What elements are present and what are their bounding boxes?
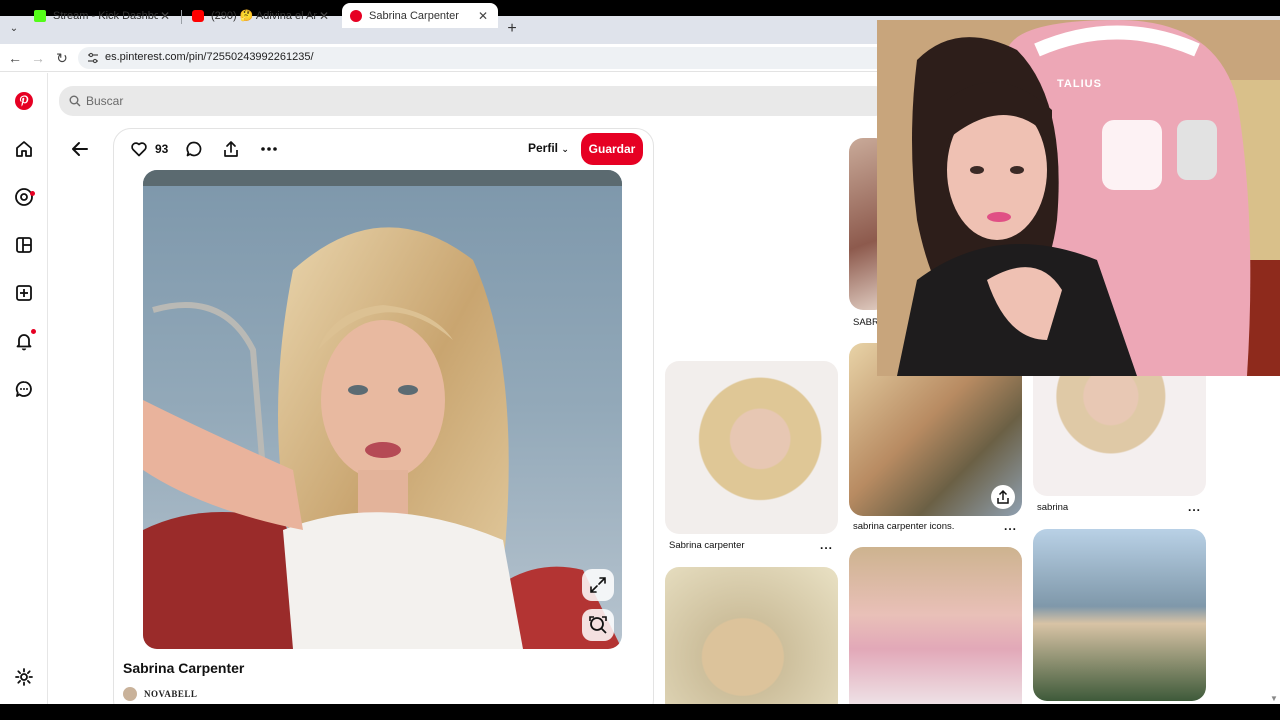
- related-pin[interactable]: [849, 547, 1022, 717]
- close-icon[interactable]: ✕: [317, 9, 331, 23]
- visual-search-icon: [589, 616, 607, 634]
- webcam-overlay: TALIUS: [877, 20, 1280, 376]
- pinterest-sidebar: [0, 73, 48, 704]
- settings-gear-icon[interactable]: [14, 667, 34, 687]
- close-icon[interactable]: ✕: [476, 9, 490, 23]
- avatar[interactable]: [123, 687, 137, 701]
- address-bar[interactable]: es.pinterest.com/pin/72550243992261235/: [78, 47, 898, 69]
- search-input[interactable]: Buscar: [59, 86, 889, 116]
- youtube-icon: [192, 9, 204, 22]
- site-info-icon[interactable]: [87, 52, 99, 64]
- pin-caption[interactable]: SABR: [853, 317, 879, 328]
- scroll-down-icon[interactable]: ▼: [1270, 694, 1278, 703]
- home-icon[interactable]: [14, 139, 34, 159]
- profile-dropdown-label: Perfil: [528, 141, 559, 155]
- notifications-bell-icon[interactable]: [14, 331, 34, 351]
- pin-title: Sabrina Carpenter: [123, 660, 245, 676]
- webcam-video: [877, 20, 1280, 376]
- expand-button[interactable]: [582, 569, 614, 601]
- explore-compass-icon[interactable]: [14, 187, 34, 207]
- profile-dropdown[interactable]: Perfil ⌄: [528, 141, 569, 155]
- related-pin[interactable]: [665, 567, 838, 717]
- creator-name[interactable]: NOVABELL: [144, 689, 197, 699]
- back-icon[interactable]: ←: [6, 49, 24, 67]
- pinterest-logo-icon[interactable]: [14, 91, 34, 111]
- reload-icon[interactable]: ↻: [53, 49, 71, 67]
- tab-youtube[interactable]: (290) 🤔 Adivina el Anime por ✕: [184, 3, 339, 28]
- related-pin[interactable]: [665, 361, 838, 534]
- close-icon[interactable]: ✕: [158, 9, 172, 23]
- save-button[interactable]: Guardar: [581, 133, 643, 165]
- expand-icon: [590, 577, 606, 593]
- url-text: es.pinterest.com/pin/72550243992261235/: [105, 51, 314, 63]
- forward-icon[interactable]: →: [29, 49, 47, 67]
- more-options-icon[interactable]: ...: [1004, 519, 1017, 533]
- tab-kick-dashboard[interactable]: Stream - Kick Dashboard ✕: [26, 3, 180, 28]
- pin-photo: [143, 170, 622, 649]
- search-icon: [69, 95, 81, 107]
- tab-title: Sabrina Carpenter: [369, 9, 459, 22]
- heart-icon[interactable]: [130, 140, 148, 158]
- more-options-icon[interactable]: ...: [1188, 500, 1201, 514]
- pin-caption[interactable]: Sabrina carpenter: [669, 540, 745, 551]
- share-icon[interactable]: [222, 140, 240, 158]
- chair-brand-text: TALIUS: [1057, 78, 1102, 90]
- more-options-icon[interactable]: [259, 140, 279, 158]
- new-tab-button[interactable]: +: [503, 20, 521, 38]
- share-icon[interactable]: [991, 485, 1015, 509]
- pin-caption[interactable]: sabrina carpenter icons.: [853, 521, 954, 532]
- pin-image[interactable]: [143, 170, 622, 649]
- back-arrow-icon[interactable]: [70, 139, 90, 159]
- chevron-down-icon: ⌄: [561, 144, 569, 154]
- like-count: 93: [155, 142, 169, 156]
- tab-title: (290) 🤔 Adivina el Anime por: [211, 10, 317, 22]
- create-icon[interactable]: [14, 283, 34, 303]
- messages-icon[interactable]: [14, 379, 34, 399]
- kick-icon: [34, 9, 46, 22]
- more-options-icon[interactable]: ...: [820, 538, 833, 552]
- boards-icon[interactable]: [14, 235, 34, 255]
- search-placeholder: Buscar: [86, 94, 124, 108]
- tab-pinterest[interactable]: Sabrina Carpenter ✕: [342, 3, 498, 28]
- comment-icon[interactable]: [185, 140, 203, 158]
- pin-caption[interactable]: sabrina: [1037, 502, 1068, 513]
- visual-search-button[interactable]: [582, 609, 614, 641]
- related-pin[interactable]: [1033, 529, 1206, 701]
- tab-title: Stream - Kick Dashboard: [53, 9, 158, 22]
- pinterest-icon: [350, 9, 362, 22]
- tab-search-chevron-icon[interactable]: ⌄: [6, 21, 22, 37]
